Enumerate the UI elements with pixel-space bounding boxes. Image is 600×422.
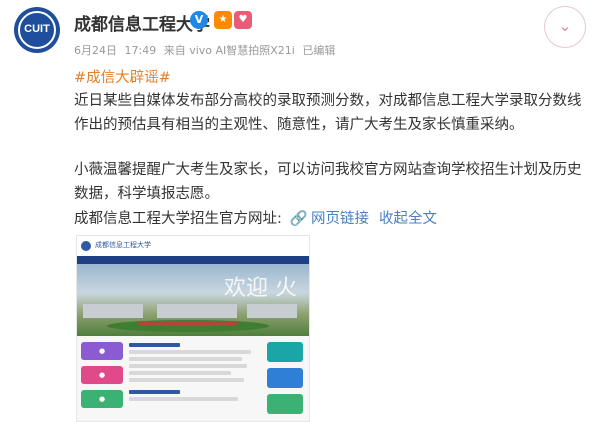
building-shape xyxy=(247,304,297,318)
website-screenshot[interactable]: 成都信息工程大学 欢迎 火 ● ● ● xyxy=(76,235,310,422)
thumb-header: 成都信息工程大学 xyxy=(77,236,309,256)
avatar[interactable]: CUIT xyxy=(14,7,60,53)
avatar-text: CUIT xyxy=(24,23,50,35)
collapse-text-button[interactable]: 收起全文 xyxy=(379,211,437,227)
verified-icon: V xyxy=(190,11,208,29)
thumb-button: ● xyxy=(81,390,123,408)
post-time: 17:49 xyxy=(124,44,157,57)
thumb-line xyxy=(129,390,181,394)
badge-icon[interactable]: ♥ xyxy=(234,11,252,29)
hashtag[interactable]: #成信大辟谣# xyxy=(74,66,584,87)
building-shape xyxy=(157,304,237,318)
thumb-line xyxy=(129,378,245,382)
thumb-button: ● xyxy=(81,366,123,384)
banner-slogan: 欢迎 火 xyxy=(224,276,297,301)
thumb-logo-text: 成都信息工程大学 xyxy=(95,241,151,249)
badge-icon[interactable]: ★ xyxy=(214,11,232,29)
web-link[interactable]: 网页链接 xyxy=(311,211,369,227)
link-line: 成都信息工程大学招生官方网址: 🔗 网页链接 收起全文 xyxy=(74,207,584,228)
thumb-line xyxy=(129,371,232,375)
logo-icon xyxy=(81,241,91,251)
chevron-down-icon[interactable]: ⌄ xyxy=(544,6,586,48)
thumb-nav xyxy=(77,256,309,264)
thumb-line xyxy=(129,357,242,361)
post-paragraph-1: 近日某些自媒体发布部分高校的录取预测分数，对成都信息工程大学录取分数线作出的预估… xyxy=(74,93,582,133)
thumb-line xyxy=(129,364,247,368)
campus-photo: 欢迎 火 xyxy=(77,264,309,336)
thumb-content: ● ● ● xyxy=(77,336,309,421)
thumb-line xyxy=(129,350,251,354)
thumb-line xyxy=(129,343,181,347)
thumb-button xyxy=(267,368,303,388)
link-prefix: 成都信息工程大学招生官方网址: xyxy=(74,211,282,227)
post-date: 6月24日 xyxy=(74,44,117,57)
post-meta: 6月24日 17:49 来自 vivo AI智慧拍照X21i 已编辑 xyxy=(74,42,339,58)
post-source: 来自 vivo AI智慧拍照X21i xyxy=(163,44,295,57)
edited-label[interactable]: 已编辑 xyxy=(302,44,335,57)
thumb-button xyxy=(267,342,303,362)
thumb-button: ● xyxy=(81,342,123,360)
thumb-line xyxy=(129,397,238,401)
post-paragraph-2: 小薇温馨提醒广大考生及家长，可以访问我校官方网站查询学校招生计划及历史数据，科学… xyxy=(74,162,582,202)
track-ring xyxy=(137,321,239,326)
thumb-button xyxy=(267,394,303,414)
thumb-list xyxy=(129,340,257,404)
building-shape xyxy=(83,304,143,318)
link-icon: 🔗 xyxy=(289,211,308,227)
